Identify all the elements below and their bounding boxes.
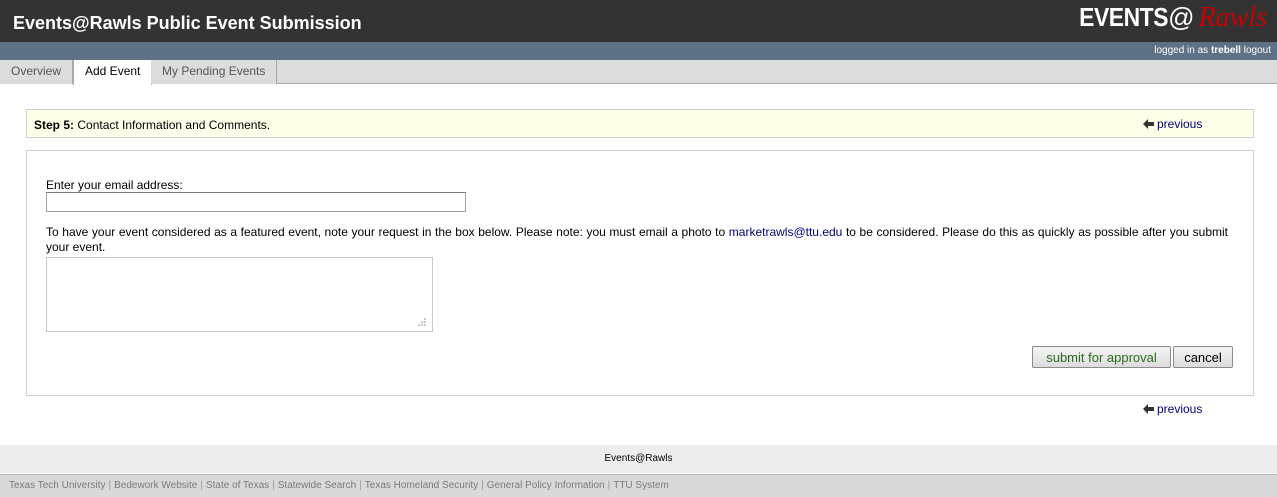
featured-event-note: To have your event considered as a featu… (46, 225, 1228, 255)
login-status: logged in as trebell logout (1154, 45, 1271, 56)
footer-links: Texas Tech University | Bedework Website | S… (0, 474, 1277, 497)
footer-link-state-of-texas[interactable]: State of Texas (206, 480, 269, 491)
footer-link-ttu-system[interactable]: TTU System (613, 480, 669, 491)
arrow-left-icon (1143, 119, 1154, 129)
tab-add-event[interactable]: Add Event (73, 60, 153, 85)
footer-link-texas-tech[interactable]: Texas Tech University (9, 480, 106, 491)
logo-rawls-text: Rawls (1198, 2, 1267, 33)
note-text-before: To have your event considered as a featu… (46, 225, 729, 239)
page-header: Events@Rawls Public Event Submission EVE… (0, 0, 1277, 42)
logo-events-text: EVENTS (1079, 2, 1169, 32)
logout-link[interactable]: logout (1244, 45, 1271, 56)
tab-my-pending-events[interactable]: My Pending Events (151, 60, 278, 84)
footer-link-statewide-search[interactable]: Statewide Search (278, 480, 356, 491)
email-label: Enter your email address: (46, 178, 183, 192)
username: trebell (1210, 45, 1241, 56)
previous-label: previous (1157, 402, 1203, 416)
step-number: Step 5: (34, 118, 75, 132)
footer-site-name: Events@Rawls (0, 445, 1277, 473)
contact-form: Enter your email address: To have your e… (26, 150, 1254, 396)
previous-link-bottom[interactable]: previous (1143, 402, 1202, 416)
logo-at-text: @ (1168, 2, 1195, 32)
step-description: Contact Information and Comments. (74, 118, 271, 132)
comments-textarea[interactable] (46, 257, 433, 332)
previous-link-top[interactable]: previous (1143, 117, 1202, 131)
previous-label: previous (1157, 117, 1203, 131)
footer-link-homeland-security[interactable]: Texas Homeland Security (365, 480, 478, 491)
marketing-email-link[interactable]: marketrawls@ttu.edu (729, 225, 843, 239)
footer-link-bedework[interactable]: Bedework Website (114, 480, 197, 491)
events-rawls-logo: EVENTS @ Rawls (1067, 2, 1267, 36)
resize-grip-icon[interactable] (417, 317, 427, 327)
footer-link-policy-info[interactable]: General Policy Information (487, 480, 605, 491)
cancel-button[interactable]: cancel (1173, 346, 1233, 368)
page-title: Events@Rawls Public Event Submission (13, 13, 362, 33)
step-title: Step 5: Contact Information and Comments… (34, 118, 270, 132)
tab-bar: Overview Add Event My Pending Events (0, 60, 1277, 85)
arrow-left-icon (1143, 404, 1154, 414)
tab-overview[interactable]: Overview (0, 60, 74, 84)
step-bar: Step 5: Contact Information and Comments… (26, 109, 1254, 138)
email-field[interactable] (46, 192, 466, 212)
logged-in-label: logged in as (1154, 45, 1209, 56)
status-bar: logged in as trebell logout (0, 42, 1277, 60)
submit-for-approval-button[interactable]: submit for approval (1032, 346, 1171, 368)
